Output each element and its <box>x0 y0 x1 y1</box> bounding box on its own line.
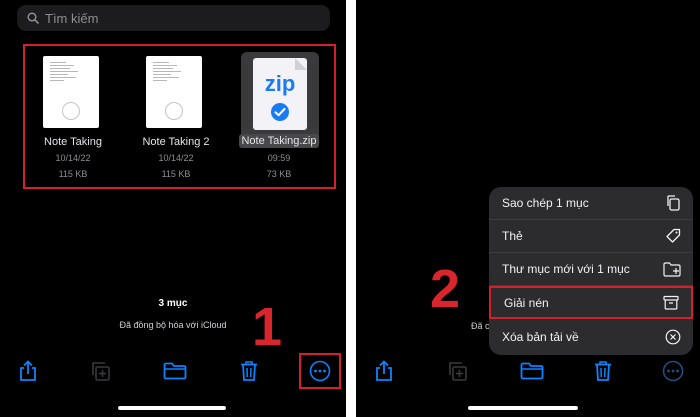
share-button[interactable] <box>18 360 38 382</box>
file-size: 115 KB <box>58 169 88 179</box>
archive-icon <box>663 295 679 310</box>
zip-thumbnail: zip <box>241 52 319 144</box>
file-size: 73 KB <box>266 169 292 179</box>
context-menu: Sao chép 1 mục Thẻ Thư mục mới với 1 mục… <box>489 187 693 355</box>
zip-label: zip <box>264 71 296 96</box>
move-button[interactable] <box>163 362 187 380</box>
share-icon <box>376 360 392 381</box>
icloud-sync-status-truncated: Đã c <box>471 321 490 331</box>
document-thumbnail <box>146 56 202 128</box>
menu-item-label: Sao chép 1 mục <box>502 196 589 210</box>
move-button[interactable] <box>520 362 544 380</box>
file-name: Note Taking 2 <box>142 136 210 148</box>
icloud-sync-status: Đã đồng bộ hóa với iCloud <box>119 320 227 330</box>
menu-item-tags[interactable]: Thẻ <box>489 220 693 253</box>
copy-icon <box>667 195 680 211</box>
file-size: 115 KB <box>161 169 191 179</box>
more-icon <box>309 360 331 382</box>
more-icon <box>662 360 684 382</box>
file-date: 10/14/22 <box>158 153 194 163</box>
file-selection-highlight: Note Taking 10/14/22 115 KB Note Taking … <box>23 44 336 189</box>
step-number-1: 1 <box>252 297 283 357</box>
file-name-selected: Note Taking.zip <box>239 134 319 148</box>
menu-item-uncompress[interactable]: Giải nén <box>489 286 693 319</box>
menu-item-label: Xóa bản tải về <box>502 329 579 344</box>
more-button[interactable] <box>662 360 684 382</box>
duplicate-button[interactable] <box>89 360 111 382</box>
trash-icon <box>595 361 611 381</box>
menu-item-label: Thẻ <box>502 229 523 243</box>
duplicate-icon <box>449 362 467 381</box>
home-indicator <box>468 406 578 410</box>
folder-icon <box>163 362 187 380</box>
share-icon <box>20 360 36 381</box>
search-bar[interactable] <box>17 5 330 31</box>
checkmark-icon <box>271 103 289 121</box>
files-screen-step-1: Note Taking 10/14/22 115 KB Note Taking … <box>0 0 346 417</box>
delete-button[interactable] <box>593 360 613 382</box>
menu-item-copy[interactable]: Sao chép 1 mục <box>489 187 693 220</box>
file-name: Note Taking <box>44 136 102 148</box>
new-folder-icon <box>663 261 681 277</box>
folder-icon <box>520 362 544 380</box>
duplicate-button[interactable] <box>446 360 468 382</box>
item-count: 3 mục <box>158 298 188 309</box>
step-number-2: 2 <box>430 259 461 319</box>
document-thumbnail <box>43 56 99 128</box>
file-date: 10/14/22 <box>55 153 91 163</box>
menu-item-label: Thư mục mới với 1 mục <box>502 262 630 276</box>
share-button[interactable] <box>374 360 394 382</box>
trash-icon <box>241 361 257 381</box>
menu-item-label: Giải nén <box>504 295 549 310</box>
tag-icon <box>666 228 681 243</box>
search-input[interactable] <box>45 10 305 26</box>
files-screen-step-2: 2 Đã c Sao chép 1 mục Thẻ Thư mục mới vớ… <box>356 0 700 417</box>
remove-download-icon <box>665 329 681 344</box>
search-icon <box>27 12 39 24</box>
menu-item-remove-download[interactable]: Xóa bản tải về <box>489 320 693 353</box>
duplicate-icon <box>92 362 110 381</box>
file-date: 09:59 <box>267 153 291 163</box>
menu-item-new-folder[interactable]: Thư mục mới với 1 mục <box>489 253 693 286</box>
delete-button[interactable] <box>239 360 259 382</box>
more-button[interactable] <box>309 360 331 382</box>
home-indicator <box>118 406 226 410</box>
